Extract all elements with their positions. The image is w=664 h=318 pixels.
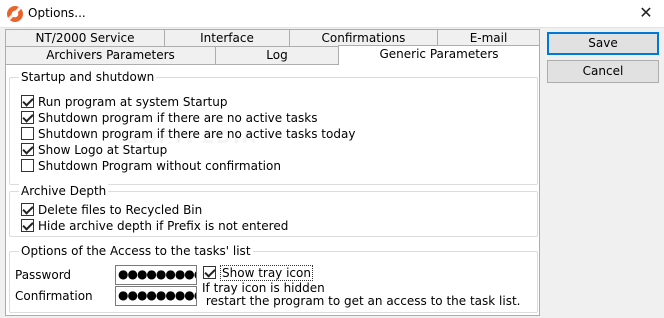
checkbox-box[interactable] <box>21 127 34 140</box>
checkbox-hide-archive-depth[interactable]: Hide archive depth if Prefix is not ente… <box>21 219 288 235</box>
checkbox-show-tray-icon[interactable]: Show tray icon <box>203 265 313 282</box>
lifebuoy-icon <box>7 6 23 22</box>
checkbox-show-logo[interactable]: Show Logo at Startup <box>21 143 167 159</box>
save-button[interactable]: Save <box>547 32 659 55</box>
title-bar: Options... ✕ <box>0 0 664 28</box>
checkbox-shutdown-no-tasks-today[interactable]: Shutdown program if there are no active … <box>21 127 355 143</box>
confirmation-input[interactable]: ●●●●●●●●●● <box>115 286 197 306</box>
archive-depth-title: Archive Depth <box>19 183 109 199</box>
tab-archivers-parameters[interactable]: Archivers Parameters <box>5 46 216 64</box>
tab-log[interactable]: Log <box>215 46 339 64</box>
checkbox-box[interactable] <box>21 111 34 124</box>
checkbox-delete-to-recycled-bin[interactable]: Delete files to Recycled Bin <box>21 203 202 219</box>
checkbox-run-at-startup[interactable]: Run program at system Startup <box>21 95 227 111</box>
tab-nt2000-service[interactable]: NT/2000 Service <box>5 29 165 47</box>
close-icon[interactable]: ✕ <box>636 3 656 23</box>
tray-note-line2: restart the program to get an access to … <box>202 294 521 308</box>
checkbox-box[interactable] <box>21 219 34 232</box>
checkbox-box[interactable] <box>203 266 216 279</box>
cancel-button[interactable]: Cancel <box>547 60 659 83</box>
password-input[interactable]: ●●●●●●●●●● <box>115 265 197 285</box>
tab-generic-parameters[interactable]: Generic Parameters <box>338 45 540 65</box>
checkbox-shutdown-no-tasks[interactable]: Shutdown program if there are no active … <box>21 111 317 127</box>
access-group-title: Options of the Access to the tasks' list <box>19 243 253 259</box>
access-group: Options of the Access to the tasks' list… <box>9 243 538 313</box>
confirmation-label: Confirmation <box>15 289 93 303</box>
password-label: Password <box>15 268 72 282</box>
archive-depth-group: Archive Depth Delete files to Recycled B… <box>9 183 538 237</box>
checkbox-box[interactable] <box>21 203 34 216</box>
checkbox-shutdown-without-confirmation[interactable]: Shutdown Program without confirmation <box>21 159 281 175</box>
checkbox-box[interactable] <box>21 159 34 172</box>
window-title: Options... <box>28 6 86 20</box>
checkbox-box[interactable] <box>21 143 34 156</box>
checkbox-box[interactable] <box>21 95 34 108</box>
tab-interface[interactable]: Interface <box>164 29 290 47</box>
startup-group: Startup and shutdown Run program at syst… <box>9 69 538 185</box>
startup-group-title: Startup and shutdown <box>19 69 157 85</box>
generic-parameters-panel: SOFTPEDIA Startup and shutdown Run progr… <box>5 64 540 316</box>
